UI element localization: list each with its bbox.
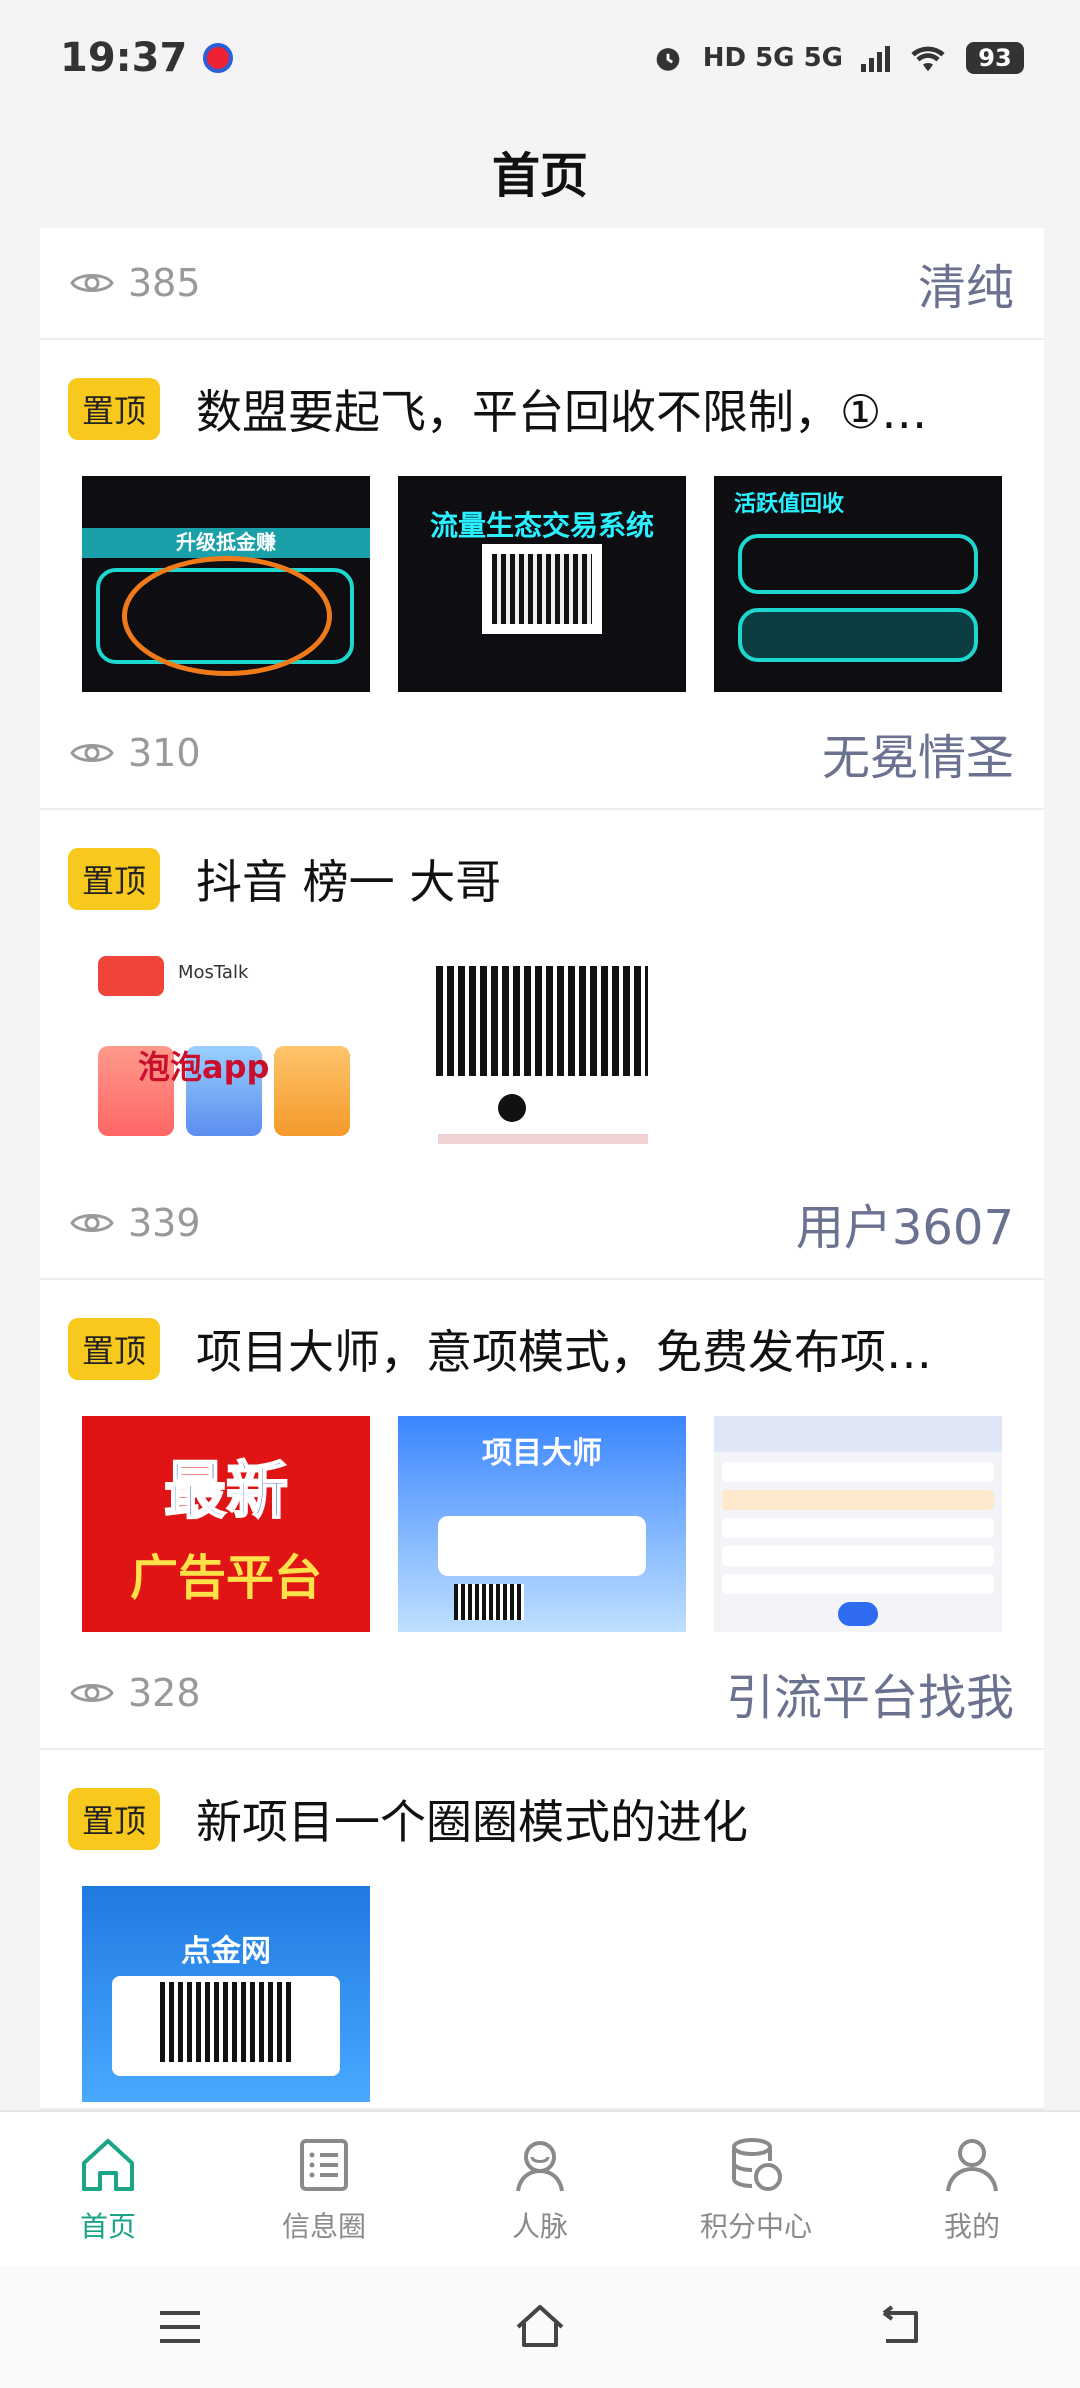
back-icon[interactable] [872,2299,928,2355]
pinned-badge: 置顶 [68,1318,161,1380]
author-name[interactable]: 无冕情圣 [822,718,1014,788]
home-nav-icon[interactable] [512,2299,568,2355]
database-icon [732,2138,782,2191]
post-card[interactable]: 置顶 抖音 榜一 大哥 MosTalk 泡泡app 339 用户3607 [40,810,1044,1280]
post-image[interactable] [714,1416,1002,1632]
tab-profile[interactable]: 我的 [872,2133,1072,2245]
system-nav-bar [0,2266,1080,2388]
post-footer: 339 用户3607 [40,1168,1044,1278]
pinned-badge: 置顶 [68,1788,161,1850]
app-notification-icon [203,42,234,73]
post-image[interactable] [398,946,686,1162]
post-image[interactable]: 活跃值回收 [714,476,1002,692]
post-title[interactable]: 新项目一个圈圈模式的进化 [196,1786,748,1852]
post-card[interactable]: 置顶 项目大师，意项模式，免费发布项… 最新 广告平台 项目大师 328 引流平… [40,1280,1044,1750]
home-icon [82,2139,134,2191]
clock: 19:37 [60,34,188,81]
post-title[interactable]: 项目大师，意项模式，免费发布项… [196,1316,932,1382]
wifi-icon [911,46,945,71]
post-card[interactable]: 置顶 新项目一个圈圈模式的进化 点金网 [40,1750,1044,2110]
post-footer: 385 清纯 [40,228,1044,338]
status-bar: 19:37 HD 5G 5G 93 [0,0,1080,115]
tab-info-circle[interactable]: 信息圈 [224,2133,424,2245]
post-image[interactable]: 点金网 [82,1886,370,2102]
post-images: 升级抵金赚 流量生态交易系统 活跃值回收 [40,450,1044,698]
bottom-tab-bar: 首页 信息圈 人脉 积分中心 我的 [0,2110,1080,2266]
post-footer: 328 引流平台找我 [40,1638,1044,1748]
list-icon [300,2139,348,2191]
app-header: 首页 [0,115,1080,227]
author-name[interactable]: 清纯 [918,248,1014,318]
pinned-badge: 置顶 [68,848,161,910]
view-count: 385 [70,261,201,305]
network-indicator: HD 5G 5G [702,42,843,73]
post-images: 点金网 [40,1860,1044,2108]
post-image[interactable]: 项目大师 [398,1416,686,1632]
tab-home[interactable]: 首页 [8,2133,208,2245]
post-card[interactable]: 置顶 数盟要起飞，平台回收不限制，①… 升级抵金赚 流量生态交易系统 活跃值回收 [40,340,1044,810]
tab-contacts[interactable]: 人脉 [440,2133,640,2245]
author-name[interactable]: 引流平台找我 [726,1658,1014,1728]
view-count: 339 [70,1201,201,1245]
tab-points-center[interactable]: 积分中心 [656,2133,856,2245]
post-image[interactable]: 升级抵金赚 [82,476,370,692]
post-image[interactable]: 流量生态交易系统 [398,476,686,692]
author-name[interactable]: 用户3607 [796,1188,1014,1258]
post-title[interactable]: 数盟要起飞，平台回收不限制，①… [196,376,927,442]
alarm-icon [656,47,680,71]
post-footer: 310 无冕情圣 [40,698,1044,808]
pinned-badge: 置顶 [68,378,161,440]
view-count: 310 [70,731,201,775]
page-title: 首页 [491,148,588,204]
post-card[interactable]: 385 清纯 [40,228,1044,340]
post-images: MosTalk 泡泡app [40,920,1044,1168]
eye-icon [70,1684,114,1702]
user-icon [946,2139,998,2192]
signal-icon [861,44,890,72]
post-image[interactable]: 最新 广告平台 [82,1416,370,1632]
post-images: 最新 广告平台 项目大师 [40,1390,1044,1638]
battery-indicator: 93 [966,41,1024,74]
menu-icon[interactable] [152,2299,208,2355]
eye-icon [70,274,114,292]
eye-icon [70,744,114,762]
view-count: 328 [70,1671,201,1715]
post-image[interactable]: MosTalk 泡泡app [82,946,370,1162]
contacts-icon [516,2141,564,2192]
eye-icon [70,1214,114,1232]
post-feed[interactable]: 385 清纯 置顶 数盟要起飞，平台回收不限制，①… 升级抵金赚 流量生态交易系… [40,228,1044,2110]
post-title[interactable]: 抖音 榜一 大哥 [196,846,501,912]
